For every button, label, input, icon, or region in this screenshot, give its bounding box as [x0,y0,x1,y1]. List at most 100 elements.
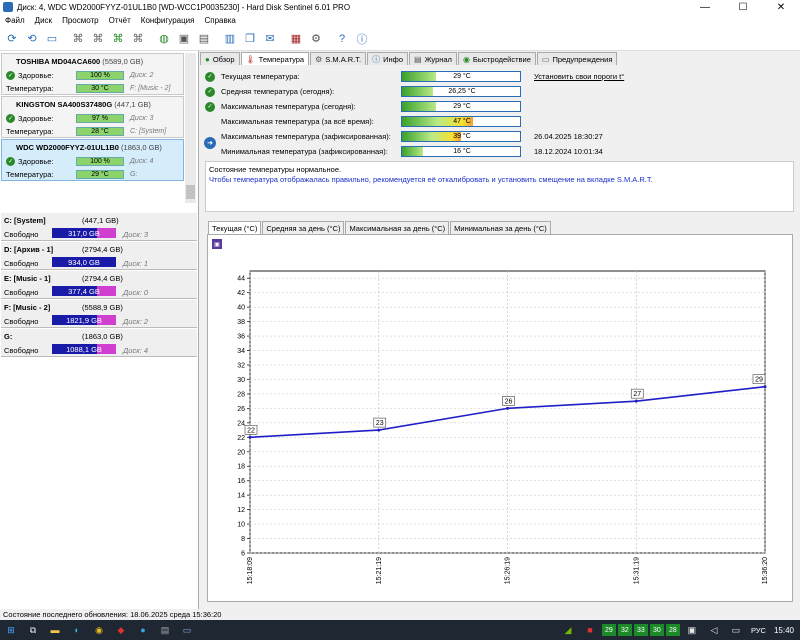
disk-size: (5589,0 GB) [102,57,144,66]
volume-item[interactable]: E: [Music - 1] (2794,4 GB) Свободно 377,… [1,271,197,299]
alert-icon: ▭ [541,54,550,64]
free-label: Свободно [4,346,39,355]
tray-temp[interactable]: 28 [665,624,680,636]
free-bar: 934,0 GB [52,257,116,267]
info-icon[interactable]: ⓘ [353,30,371,48]
app-icon-3[interactable]: ▤ [156,622,174,638]
toolbar: ⟳ ⟲ ▭ ⌘ ⌘ ⌘ ⌘ ◍ ▣ ▤ ▥ ❐ ✉ ▦ ⚙ ? ⓘ [0,27,800,51]
tab-info[interactable]: ⓘ Инфо [367,52,408,65]
chart-icon[interactable]: ▦ [287,30,305,48]
temp-row: ✓ Текущая температура: 29 °C Установить … [203,70,793,83]
temp-row: Максимальная температура (зафиксированна… [203,130,793,143]
tray-temp[interactable]: 29 [601,624,616,636]
app-icon-1[interactable]: ◆ [112,622,130,638]
disk-item-kingston[interactable]: KINGSTON SA400S37480G (447,1 GB) ✓ Здоров… [1,96,184,138]
check-icon: ✓ [6,157,15,166]
y-tick-label: 10 [237,522,245,529]
graph-tab-min[interactable]: Минимальная за день (°C) [450,221,551,234]
y-tick-label: 30 [237,377,245,384]
menu-file[interactable]: Файл [0,16,30,25]
disk-item-toshiba[interactable]: TOSHIBA MD04ACA600 (5589,0 GB) ✓ Здоровье… [1,53,184,95]
menu-config[interactable]: Конфигурация [136,16,200,25]
close-button[interactable]: ✕ [762,0,800,14]
info-icon: ⓘ [372,54,381,64]
tray-app-icon[interactable]: ■ [581,622,599,638]
disk-surface-icon[interactable]: ⌘ [129,30,147,48]
check-icon: ✓ [6,114,15,123]
window-title: Диск: 4, WDC WD2000FYYZ-01UL1B0 [WD-WCC1… [17,2,351,12]
data-point [634,399,638,403]
report-icon[interactable]: ▥ [221,30,239,48]
tab-label: Предупреждения [552,54,613,64]
temp-date: 26.04.2025 18:30:27 [534,132,603,141]
nvidia-icon[interactable]: ◢ [559,622,577,638]
tab-smart[interactable]: ⚙ S.M.A.R.T. [310,52,367,65]
volume-name: E: [Music - 1] [4,274,51,283]
menu-view[interactable]: Просмотр [57,16,104,25]
send-icon[interactable]: ✉ [261,30,279,48]
network-icon[interactable]: ▣ [683,622,701,638]
minimize-button[interactable]: — [686,0,724,14]
explorer-icon[interactable]: ▬ [46,622,64,638]
backup-icon[interactable]: ▤ [195,30,213,48]
disk-extra: Диск: 4 [130,158,154,165]
volume-disk: Диск: 0 [123,288,149,297]
copy-icon[interactable]: ❐ [241,30,259,48]
task-view-icon[interactable]: ⧉ [24,622,42,638]
volume-item[interactable]: F: [Music - 2] (5588,9 GB) Свободно 1821… [1,300,197,328]
hds-taskbar-icon[interactable]: ▭ [178,622,196,638]
volume-icon[interactable]: ◁ [705,622,723,638]
tray-temp[interactable]: 32 [617,624,632,636]
disk-repair-icon[interactable]: ⌘ [89,30,107,48]
temp-row: Минимальная температура (зафиксированная… [203,145,793,158]
chrome-icon[interactable]: ◉ [90,622,108,638]
graph-tab-current[interactable]: Текущая (°C) [208,221,262,234]
language-indicator[interactable]: РУС [751,626,766,635]
refresh-icon[interactable]: ⟳ [3,30,21,48]
left-panel: TOSHIBA MD04ACA600 (5589,0 GB) ✓ Здоровье… [0,51,199,609]
temp-bar: 29 °C [401,71,521,82]
clock[interactable]: 15:40 [774,626,794,635]
health-label: Здоровье: [18,157,54,166]
temp-row: ✓ Максимальная температура (сегодня): 29… [203,100,793,113]
monitor-icon[interactable]: ▭ [43,30,61,48]
settings-icon[interactable]: ⚙ [307,30,325,48]
menu-help[interactable]: Справка [199,16,240,25]
menu-report[interactable]: Отчёт [104,16,136,25]
menu-disk[interactable]: Диск [30,16,57,25]
maximize-button[interactable]: ☐ [724,0,762,14]
y-tick-label: 26 [237,406,245,413]
tray-temp[interactable]: 33 [633,624,648,636]
set-thresholds-link[interactable]: Установить свои пороги t° [534,72,624,81]
scrollbar-thumb[interactable] [186,185,195,199]
edge-icon[interactable]: ◐ [68,622,86,638]
disk-check-icon[interactable]: ⌘ [109,30,127,48]
battery-icon[interactable]: ▭ [727,622,745,638]
tab-overview[interactable]: ● Обзор [200,52,240,65]
camera-icon[interactable]: ▣ [175,30,193,48]
menu-bar: Файл Диск Просмотр Отчёт Конфигурация Сп… [0,14,800,27]
disk-item-wdc[interactable]: WDC WD2000FYYZ-01UL1B0 (1863,0 GB) ✓ Здор… [1,139,184,181]
disk-test-icon[interactable]: ⌘ [69,30,87,48]
disk-list-scrollbar[interactable] [185,53,196,203]
volume-item[interactable]: G: (1863,0 GB) Свободно 1088,1 GB Диск: … [1,329,197,357]
help-icon[interactable]: ? [333,30,351,48]
tab-temperature[interactable]: 🌡 Температура [240,52,310,65]
check-icon: ✓ [205,71,215,82]
tab-log[interactable]: ▤ Журнал [409,52,457,65]
calibrate-icon[interactable]: ➜ [204,137,216,149]
sync-icon[interactable]: ⟲ [23,30,41,48]
globe-icon[interactable]: ◍ [155,30,173,48]
app-icon-2[interactable]: ● [134,622,152,638]
volume-disk: Диск: 4 [123,346,149,355]
graph-tab-max[interactable]: Максимальная за день (°C) [345,221,450,234]
volume-item[interactable]: C: [System] (447,1 GB) Свободно 317,0 GB… [1,213,197,241]
volume-item[interactable]: D: [Архив - 1] (2794,4 GB) Свободно 934,… [1,242,197,270]
start-icon[interactable]: ⊞ [2,622,20,638]
tab-alerts[interactable]: ▭ Предупреждения [536,52,618,65]
tab-performance[interactable]: ◉ Быстродействие [457,52,536,65]
y-tick-label: 36 [237,334,245,341]
graph-tab-average[interactable]: Средняя за день (°C) [262,221,345,234]
volume-disk: Диск: 3 [123,230,149,239]
tray-temp[interactable]: 30 [649,624,664,636]
